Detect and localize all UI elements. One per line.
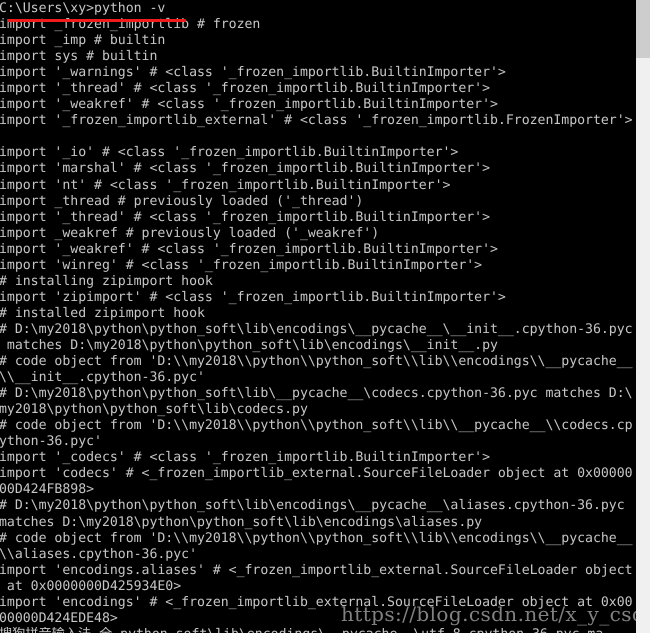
console-line: import _weakref # previously loaded ('_w…: [0, 225, 380, 241]
console-line: import '_codecs' # <class '_frozen_impor…: [0, 450, 491, 466]
command-prompt-window: C:\Users\xy>python -v import _frozen_impo…: [0, 0, 650, 633]
console-line: my2018\python\python_soft\lib\codecs.py: [0, 402, 308, 418]
console-line: import 'encodings.aliases' # <_frozen_im…: [0, 562, 633, 578]
console-line: import 'winreg' # <class '_frozen_import…: [0, 257, 483, 273]
vertical-scrollbar[interactable]: [636, 0, 650, 633]
console-line: import sys # builtin: [0, 49, 158, 65]
console-line: matches D:\my2018\python\python_soft\lib…: [0, 337, 498, 353]
console-line: import '_warnings' # <class '_frozen_imp…: [0, 65, 506, 81]
console-line: import '_frozen_importlib_external' # <c…: [0, 113, 633, 129]
console-line: import '_thread' # <class '_frozen_impor…: [0, 209, 491, 225]
console-line: # installing zipimport hook: [0, 273, 213, 289]
console-line: \\__init__.cpython-36.pyc': [0, 370, 205, 386]
console-line: 搜狗拼音输入法 全 python_soft\lib\encodings\__py…: [0, 627, 636, 633]
console-line: import '_io' # <class '_frozen_importlib…: [0, 145, 459, 161]
console-line: ython-36.pyc': [0, 434, 102, 450]
console-line: import '_thread' # <class '_frozen_impor…: [0, 81, 491, 97]
console-line: import _thread # previously loaded ('_th…: [0, 193, 364, 209]
console-line: # code object from 'D:\\my2018\\python\\…: [0, 354, 633, 370]
scrollbar-thumb[interactable]: [636, 0, 650, 58]
console-line: import '_weakref' # <class '_frozen_impo…: [0, 241, 498, 257]
console-line: # code object from 'D:\\my2018\\python\\…: [0, 418, 633, 434]
console-line: import 'nt' # <class '_frozen_importlib.…: [0, 177, 451, 193]
console-line: C:\Users\xy>python -v: [0, 1, 166, 16]
console-line: 00000D424EDE48>: [0, 610, 118, 626]
console-line: # code object from 'D:\\my2018\\python\\…: [0, 530, 633, 546]
console-line: at 0x0000000D425934E0>: [0, 578, 182, 594]
console-line: import '_weakref' # <class '_frozen_impo…: [0, 97, 498, 113]
console-output-surface[interactable]: C:\Users\xy>python -v import _frozen_impo…: [0, 0, 636, 633]
console-line: matches D:\my2018\python\python_soft\lib…: [0, 514, 483, 530]
console-line: # installed zipimport hook: [0, 305, 205, 321]
console-line: import 'encodings' # <_frozen_importlib_…: [0, 594, 633, 610]
console-line: \\aliases.cpython-36.pyc': [0, 546, 197, 562]
console-line: import 'marshal' # <class '_frozen_impor…: [0, 161, 491, 177]
console-text: C:\Users\xy>python -v import _frozen_impo…: [0, 1, 636, 633]
console-line: # D:\my2018\python\python_soft\lib\encod…: [0, 498, 625, 514]
console-line: import 'codecs' # <_frozen_importlib_ext…: [0, 466, 633, 482]
console-line: import 'zipimport' # <class '_frozen_imp…: [0, 289, 506, 305]
red-underline-annotation: [7, 19, 186, 22]
console-line: import _imp # builtin: [0, 33, 166, 49]
console-line: 00D424FB898>: [0, 482, 95, 498]
console-line: # D:\my2018\python\python_soft\lib\encod…: [0, 321, 633, 337]
console-line: # D:\my2018\python\python_soft\lib\__pyc…: [0, 386, 633, 402]
